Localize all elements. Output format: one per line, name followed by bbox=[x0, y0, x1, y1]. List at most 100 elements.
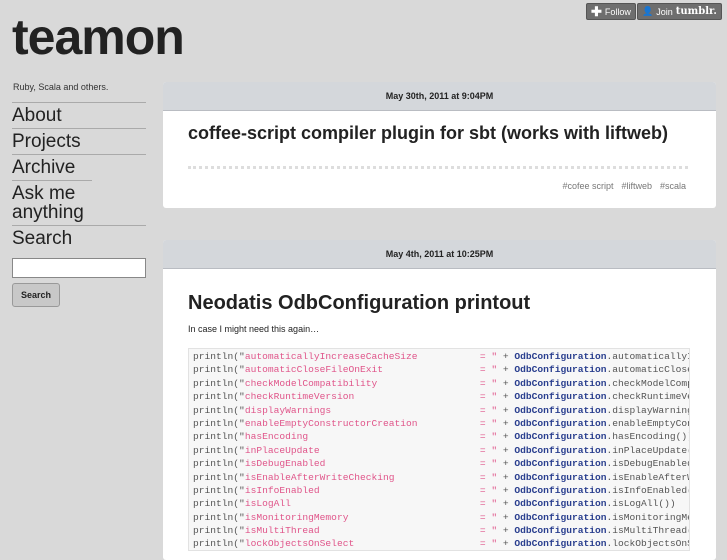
code-string: isDebugEnabled bbox=[244, 458, 326, 470]
code-class: OdbConfiguration bbox=[514, 351, 607, 362]
code-string: isLogAll bbox=[244, 498, 291, 510]
code-line: println("isMonitoringMemory = " + OdbConf… bbox=[189, 511, 689, 524]
code-eq: = " bbox=[479, 417, 498, 429]
nav-projects[interactable]: Projects bbox=[12, 128, 146, 154]
post-title[interactable]: coffee-script compiler plugin for sbt (w… bbox=[188, 123, 668, 144]
code-call: .displayWarnings()) bbox=[606, 404, 689, 416]
code-prefix: println(" bbox=[193, 404, 245, 416]
code-string: automaticallyIncreaseCacheSize bbox=[244, 351, 418, 362]
code-class: OdbConfiguration bbox=[514, 417, 607, 429]
post-card: May 30th, 2011 at 9:04PM coffee-script c… bbox=[163, 82, 716, 208]
tag[interactable]: #scala bbox=[660, 181, 686, 191]
code-line: println("automaticallyIncreaseCacheSize =… bbox=[189, 350, 689, 363]
code-plus: + bbox=[497, 484, 515, 496]
code-line: println("isEnableAfterWriteChecking = " +… bbox=[189, 471, 689, 484]
post-card: May 4th, 2011 at 10:25PM Neodatis OdbCon… bbox=[163, 240, 716, 560]
code-eq: = " bbox=[479, 377, 498, 389]
code-line: println("isMultiThread = " + OdbConfigura… bbox=[189, 524, 689, 537]
code-eq: = " bbox=[479, 525, 498, 537]
join-tumblr-button[interactable]: 👤 Join tumblr. bbox=[637, 3, 722, 20]
code-eq: = " bbox=[479, 471, 498, 483]
plus-icon: ✚ bbox=[591, 3, 602, 19]
code-plus: + bbox=[497, 404, 515, 416]
code-eq: = " bbox=[479, 444, 498, 456]
code-line: println("automaticCloseFileOnExit = " + O… bbox=[189, 363, 689, 376]
code-prefix: println(" bbox=[193, 431, 245, 443]
code-line: println("checkRuntimeVersion = " + OdbCon… bbox=[189, 390, 689, 403]
code-eq: = " bbox=[479, 364, 498, 376]
code-call: .hasEncoding()) bbox=[606, 431, 690, 443]
code-prefix: println(" bbox=[193, 538, 245, 550]
code-class: OdbConfiguration bbox=[514, 431, 607, 443]
code-plus: + bbox=[497, 417, 515, 429]
follow-button[interactable]: ✚ Follow bbox=[586, 3, 636, 20]
code-eq: = " bbox=[479, 484, 498, 496]
code-plus: + bbox=[497, 431, 515, 443]
code-prefix: println(" bbox=[193, 391, 245, 403]
code-class: OdbConfiguration bbox=[514, 498, 607, 510]
code-eq: = " bbox=[479, 431, 498, 443]
code-plus: + bbox=[497, 444, 515, 456]
code-line: println("displayWarnings = " + OdbConfigu… bbox=[189, 404, 689, 417]
code-prefix: println(" bbox=[193, 351, 245, 362]
code-class: OdbConfiguration bbox=[514, 364, 607, 376]
code-line: println("checkModelCompatibility = " + Od… bbox=[189, 377, 689, 390]
code-line: println("isLogAll = " + OdbConfiguration.… bbox=[189, 497, 689, 510]
code-plus: + bbox=[497, 525, 515, 537]
code-string: inPlaceUpdate bbox=[244, 444, 320, 456]
nav-ask[interactable]: Ask me anything bbox=[12, 180, 92, 225]
code-call: .isInfoEnabled()) bbox=[606, 484, 689, 496]
code-plus: + bbox=[497, 458, 515, 470]
code-string: isMonitoringMemory bbox=[244, 511, 349, 523]
blog-tagline: Ruby, Scala and others. bbox=[13, 82, 109, 92]
code-plus: + bbox=[497, 471, 515, 483]
code-prefix: println(" bbox=[193, 458, 245, 470]
code-plus: + bbox=[497, 538, 515, 550]
code-prefix: println(" bbox=[193, 484, 245, 496]
code-prefix: println(" bbox=[193, 377, 245, 389]
post-title[interactable]: Neodatis OdbConfiguration printout bbox=[188, 292, 530, 315]
code-call: .isDebugEnabled()) bbox=[606, 458, 689, 470]
code-string: hasEncoding bbox=[244, 431, 309, 443]
code-prefix: println(" bbox=[193, 364, 245, 376]
code-prefix: println(" bbox=[193, 471, 245, 483]
code-string: displayWarnings bbox=[244, 404, 332, 416]
code-call: .automaticCloseFileOnExit()) bbox=[606, 364, 689, 376]
nav-about[interactable]: About bbox=[12, 102, 146, 128]
code-plus: + bbox=[497, 391, 515, 403]
sidebar-nav: About Projects Archive Ask me anything S… bbox=[12, 102, 146, 251]
search-input[interactable] bbox=[12, 258, 146, 278]
code-class: OdbConfiguration bbox=[514, 525, 607, 537]
code-line: println("isInfoEnabled = " + OdbConfigura… bbox=[189, 484, 689, 497]
code-string: enableEmptyConstructorCreation bbox=[244, 417, 418, 429]
code-call: .automaticallyIncreaseCacheSize()) bbox=[606, 351, 689, 362]
code-prefix: println(" bbox=[193, 511, 245, 523]
code-string: isMultiThread bbox=[244, 525, 320, 537]
code-line: println("lockObjectsOnSelect = " + OdbCon… bbox=[189, 537, 689, 550]
code-string: isEnableAfterWriteChecking bbox=[244, 471, 395, 483]
code-class: OdbConfiguration bbox=[514, 377, 607, 389]
search-button[interactable]: Search bbox=[12, 283, 60, 307]
code-line: println("enableEmptyConstructorCreation =… bbox=[189, 417, 689, 430]
post-intro: In case I might need this again… bbox=[188, 324, 320, 334]
code-call: .checkModelCompatibility()) bbox=[606, 377, 689, 389]
post-date[interactable]: May 4th, 2011 at 10:25PM bbox=[163, 240, 716, 269]
code-line: println("inPlaceUpdate = " + OdbConfigura… bbox=[189, 444, 689, 457]
tag[interactable]: #liftweb bbox=[621, 181, 652, 191]
code-class: OdbConfiguration bbox=[514, 538, 607, 550]
code-block: println("automaticallyIncreaseCacheSize =… bbox=[188, 348, 690, 551]
code-class: OdbConfiguration bbox=[514, 458, 607, 470]
code-line: println("hasEncoding = " + OdbConfigurati… bbox=[189, 430, 689, 443]
code-plus: + bbox=[497, 511, 515, 523]
user-icon: 👤 bbox=[642, 6, 654, 16]
nav-archive[interactable]: Archive bbox=[12, 154, 146, 180]
code-line: println("isDebugEnabled = " + OdbConfigur… bbox=[189, 457, 689, 470]
blog-title[interactable]: teamon bbox=[12, 8, 185, 66]
code-class: OdbConfiguration bbox=[514, 511, 607, 523]
code-plus: + bbox=[497, 377, 515, 389]
code-eq: = " bbox=[479, 351, 498, 362]
code-eq: = " bbox=[479, 511, 498, 523]
code-call: .checkRuntimeVersion()) bbox=[606, 391, 689, 403]
tag[interactable]: #cofee script bbox=[562, 181, 613, 191]
post-date[interactable]: May 30th, 2011 at 9:04PM bbox=[163, 82, 716, 111]
